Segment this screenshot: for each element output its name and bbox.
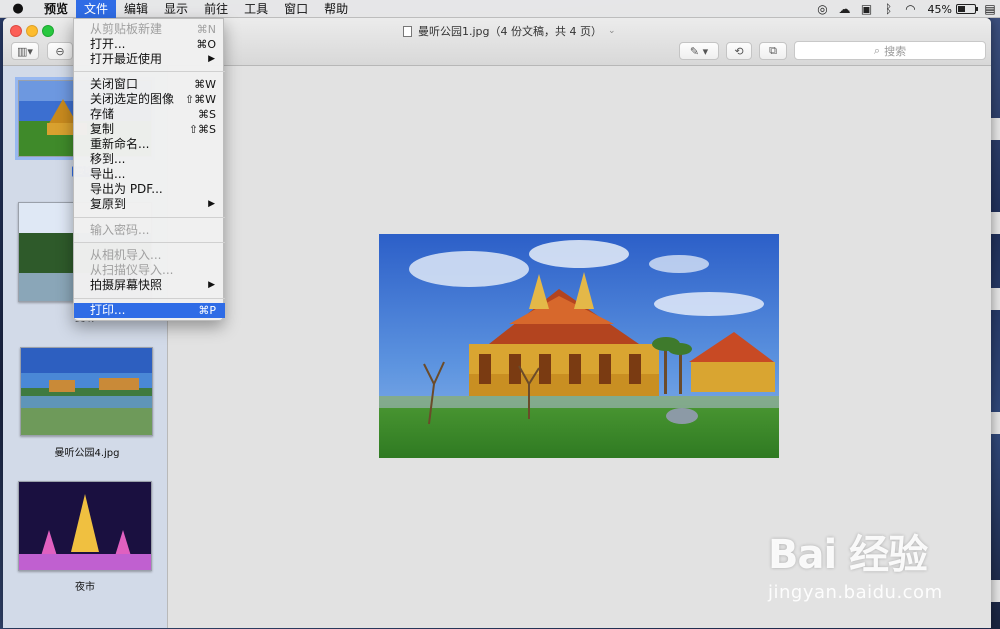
search-icon: ⌕: [873, 43, 881, 57]
menu-help[interactable]: 帮助: [316, 0, 356, 18]
menu-item-close-selected[interactable]: 关闭选定的图像 ⇧⌘W: [74, 92, 225, 107]
markup-button[interactable]: ✎ ▾: [679, 42, 719, 60]
file-menu-dropdown: 从剪贴板新建 ⌘N 打开... ⌘O 打开最近使用 ▶ 关闭窗口 ⌘W 关闭选定的图像 ⇧…: [73, 18, 225, 321]
submenu-arrow-icon: ▶: [208, 280, 215, 290]
menu-view[interactable]: 显示: [156, 0, 196, 18]
app-tray-icon[interactable]: ▣: [856, 2, 878, 16]
watermark-logo: Bai 经验: [768, 532, 928, 578]
menu-separator: [74, 298, 225, 299]
document-icon: [403, 25, 412, 37]
battery-percent[interactable]: 45%: [922, 3, 956, 16]
menu-item-open[interactable]: 打开... ⌘O: [74, 37, 225, 52]
menu-item-revert-to[interactable]: 复原到 ▶: [74, 197, 225, 212]
menu-item-enter-password[interactable]: 输入密码...: [74, 223, 225, 238]
desktop-file-icon[interactable]: [990, 118, 1000, 140]
menu-window[interactable]: 窗口: [276, 0, 316, 18]
thumbnail-3[interactable]: [20, 347, 153, 436]
thumbnail-label-3[interactable]: 曼听公园4.jpg: [20, 444, 154, 459]
baidu-watermark: Bai 经验 jingyan.baidu.com: [768, 522, 988, 612]
menu-item-export-pdf[interactable]: 导出为 PDF...: [74, 182, 225, 197]
menu-item-rename[interactable]: 重新命名...: [74, 137, 225, 152]
toolbox-button[interactable]: ⧉: [759, 42, 787, 60]
menu-app-name[interactable]: 预览: [36, 0, 76, 18]
menu-file[interactable]: 文件: [76, 0, 117, 18]
thumbnail-label-4[interactable]: 夜市: [18, 578, 152, 593]
menu-item-export[interactable]: 导出...: [74, 167, 225, 182]
status-menus: ◎ ☁ ▣ ᛒ ◠ 45% ▤: [812, 0, 1000, 18]
rotate-icon: ⟲: [734, 44, 744, 58]
menu-item-duplicate[interactable]: 复制 ⇧⌘S: [74, 122, 225, 137]
menu-item-close-window[interactable]: 关闭窗口 ⌘W: [74, 77, 225, 92]
minimize-button[interactable]: [26, 25, 38, 37]
status-circle-icon[interactable]: ◎: [812, 2, 834, 16]
menu-bar: ● 预览 文件 编辑 显示 前往 工具 窗口 帮助 ◎ ☁ ▣ ᛒ ◠ 45% …: [0, 0, 1000, 18]
search-placeholder: 搜索: [884, 44, 907, 58]
desktop-file-icon[interactable]: [990, 412, 1000, 434]
window-title[interactable]: 曼听公园1.jpg（4 份文稿，共 4 页） ⌄: [403, 23, 616, 39]
apple-menu-icon[interactable]: ●: [0, 1, 36, 16]
watermark-url: jingyan.baidu.com: [768, 582, 943, 603]
menu-item-move-to[interactable]: 移到...: [74, 152, 225, 167]
zoom-out-button[interactable]: ⊖: [47, 42, 73, 60]
battery-icon[interactable]: [956, 4, 978, 14]
menu-item-import-camera[interactable]: 从相机导入...: [74, 248, 225, 263]
menu-item-import-scanner[interactable]: 从扫描仪导入...: [74, 263, 225, 278]
pen-icon: ✎ ▾: [689, 44, 709, 58]
cloud-icon[interactable]: ☁: [834, 2, 856, 16]
menu-item-take-screenshot[interactable]: 拍摄屏幕快照 ▶: [74, 278, 225, 293]
chevron-down-icon[interactable]: ⌄: [608, 26, 616, 36]
zoom-button[interactable]: [42, 25, 54, 37]
thumbnail-4[interactable]: [18, 481, 152, 571]
main-image[interactable]: [379, 234, 779, 458]
rotate-button[interactable]: ⟲: [726, 42, 752, 60]
menu-tools[interactable]: 工具: [236, 0, 276, 18]
menu-edit[interactable]: 编辑: [116, 0, 156, 18]
menu-item-open-recent[interactable]: 打开最近使用 ▶: [74, 52, 225, 67]
toolbox-icon: ⧉: [769, 44, 777, 57]
sidebar-icon: ▥▾: [17, 44, 33, 58]
window-title-text: 曼听公园1.jpg（4 份文稿，共 4 页）: [418, 25, 603, 38]
sidebar-toggle-button[interactable]: ▥▾: [11, 42, 39, 60]
menu-item-print[interactable]: 打印... ⌘P: [74, 303, 225, 318]
submenu-arrow-icon: ▶: [208, 199, 215, 209]
magnifier-icon: ⊖: [55, 44, 65, 58]
menu-item-save[interactable]: 存储 ⌘S: [74, 107, 225, 122]
desktop-edge: [990, 18, 1000, 629]
desktop-file-icon[interactable]: [990, 580, 1000, 602]
submenu-arrow-icon: ▶: [208, 54, 215, 64]
wifi-icon[interactable]: ◠: [900, 2, 922, 16]
bluetooth-icon[interactable]: ᛒ: [878, 2, 900, 16]
menu-separator: [74, 71, 225, 72]
desktop-file-icon[interactable]: [990, 212, 1000, 234]
menu-separator: [74, 217, 225, 218]
control-strip-icon[interactable]: ▤: [980, 2, 1000, 16]
menu-go[interactable]: 前往: [196, 0, 236, 18]
menu-item-new-from-clipboard[interactable]: 从剪贴板新建 ⌘N: [74, 22, 225, 37]
search-field[interactable]: ⌕ 搜索: [794, 41, 986, 60]
menu-separator: [74, 242, 225, 243]
close-button[interactable]: [10, 25, 22, 37]
desktop-file-icon[interactable]: [990, 288, 1000, 310]
